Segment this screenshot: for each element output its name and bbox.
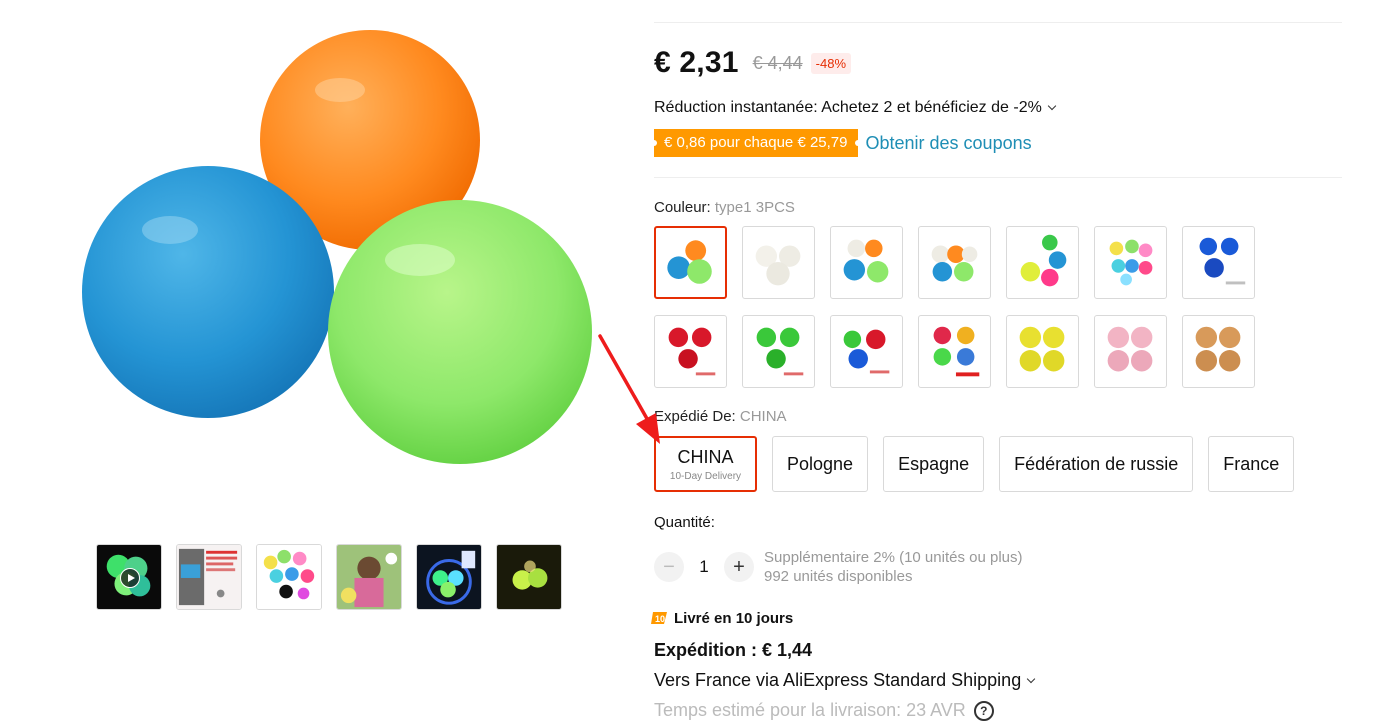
get-coupons-link[interactable]: Obtenir des coupons: [866, 133, 1032, 154]
ship-from-china[interactable]: CHINA 10-Day Delivery: [654, 436, 757, 492]
play-icon[interactable]: [120, 568, 140, 588]
video-thumbnail[interactable]: [96, 544, 162, 610]
color-label: Couleur:: [654, 199, 711, 216]
quantity-label: Quantité:: [654, 514, 715, 531]
quantity-extra-discount: Supplémentaire 2% (10 unités ou plus): [764, 549, 1023, 566]
ship-from-label-row: Expédié De: CHINA: [654, 408, 787, 425]
color-swatch-type14[interactable]: [1182, 315, 1255, 388]
quantity-decrease-button[interactable]: −: [654, 552, 684, 582]
coupon-row: € 0,86 pour chaque € 25,79 Obtenir des c…: [651, 129, 1032, 157]
instant-discount-toggle[interactable]: Réduction instantanée: Achetez 2 et béné…: [654, 99, 1057, 117]
ship-from-option-sub: 10-Day Delivery: [669, 470, 742, 482]
shipping-method-text: Vers France via AliExpress Standard Ship…: [654, 670, 1022, 690]
svg-text:10: 10: [655, 614, 665, 624]
kids-thumbnail[interactable]: [336, 544, 402, 610]
quantity-increase-button[interactable]: +: [724, 552, 754, 582]
divider: [654, 22, 1342, 23]
instant-discount-text: Réduction instantanée: Achetez 2 et béné…: [654, 99, 1042, 116]
color-swatch-type9[interactable]: [742, 315, 815, 388]
ship-from-option-label: France: [1223, 453, 1280, 474]
color-swatch-type6[interactable]: [1094, 226, 1167, 299]
ship-from-label: Expédié De:: [654, 408, 736, 425]
delivery-text: Livré en 10 jours: [674, 609, 794, 627]
estimated-delivery-text: Temps estimé pour la livraison: 23 AVR: [654, 700, 966, 720]
glow-dark-thumbnail[interactable]: [496, 544, 562, 610]
current-price: € 2,31: [654, 46, 739, 79]
color-swatch-type11[interactable]: [918, 315, 991, 388]
color-swatch-type1[interactable]: [654, 226, 727, 299]
estimated-delivery: Temps estimé pour la livraison: 23 AVR ?: [654, 700, 994, 721]
color-swatch-type2[interactable]: [742, 226, 815, 299]
discount-badge: -48%: [810, 52, 852, 74]
chevron-down-icon: [1026, 674, 1036, 683]
shipping-method-toggle[interactable]: Vers France via AliExpress Standard Ship…: [654, 670, 1036, 691]
color-selected-value: type1 3PCS: [714, 199, 795, 216]
ship-from-options: CHINA 10-Day Delivery Pologne Espagne Fé…: [654, 436, 1295, 492]
color-swatch-type4[interactable]: [918, 226, 991, 299]
color-swatch-type13[interactable]: [1094, 315, 1167, 388]
ship-from-option-label: Fédération de russie: [1014, 453, 1179, 474]
shipping-cost: Expédition : € 1,44: [654, 640, 813, 660]
original-price: € 4,44: [752, 52, 803, 73]
coupon-tag: € 0,86 pour chaque € 25,79: [651, 129, 860, 157]
ship-from-federation-de-russie[interactable]: Fédération de russie: [999, 436, 1194, 492]
ship-from-option-label: Espagne: [898, 453, 970, 474]
help-icon[interactable]: ?: [973, 700, 994, 721]
ship-from-pologne[interactable]: Pologne: [772, 436, 869, 492]
color-swatch-type7[interactable]: [1182, 226, 1255, 299]
chevron-down-icon: [1047, 101, 1057, 111]
divider: [654, 177, 1342, 178]
quantity-info: Supplémentaire 2% (10 unités ou plus) 99…: [764, 548, 1023, 586]
color-label-row: Couleur: type1 3PCS: [654, 199, 795, 216]
quantity-available: 992 unités disponibles: [764, 568, 913, 585]
info-thumbnail[interactable]: [176, 544, 242, 610]
ship-from-france[interactable]: France: [1208, 436, 1295, 492]
color-swatch-type10[interactable]: [830, 315, 903, 388]
color-swatch-type3[interactable]: [830, 226, 903, 299]
main-product-image[interactable]: [60, 20, 620, 500]
ship-from-option-label: Pologne: [787, 453, 854, 474]
thumbnail-strip: [96, 544, 562, 610]
glow-thumbnail[interactable]: [416, 544, 482, 610]
delivery-promise: 10 Livré en 10 jours: [650, 609, 793, 627]
color-swatch-type5[interactable]: [1006, 226, 1079, 299]
quantity-stepper: − 1 + Supplémentaire 2% (10 unités ou pl…: [654, 548, 1023, 586]
quantity-value[interactable]: 1: [684, 557, 724, 577]
color-swatch-type12[interactable]: [1006, 315, 1079, 388]
ship-from-option-label: CHINA: [677, 446, 734, 467]
ship-from-espagne[interactable]: Espagne: [883, 436, 985, 492]
color-swatch-type8[interactable]: [654, 315, 727, 388]
color-swatch-grid: [654, 226, 1274, 388]
delivery-badge-icon: 10: [651, 612, 667, 624]
colors-thumbnail[interactable]: [256, 544, 322, 610]
ship-from-selected-value: CHINA: [739, 408, 787, 425]
price-row: € 2,31 € 4,44 -48%: [654, 46, 852, 80]
